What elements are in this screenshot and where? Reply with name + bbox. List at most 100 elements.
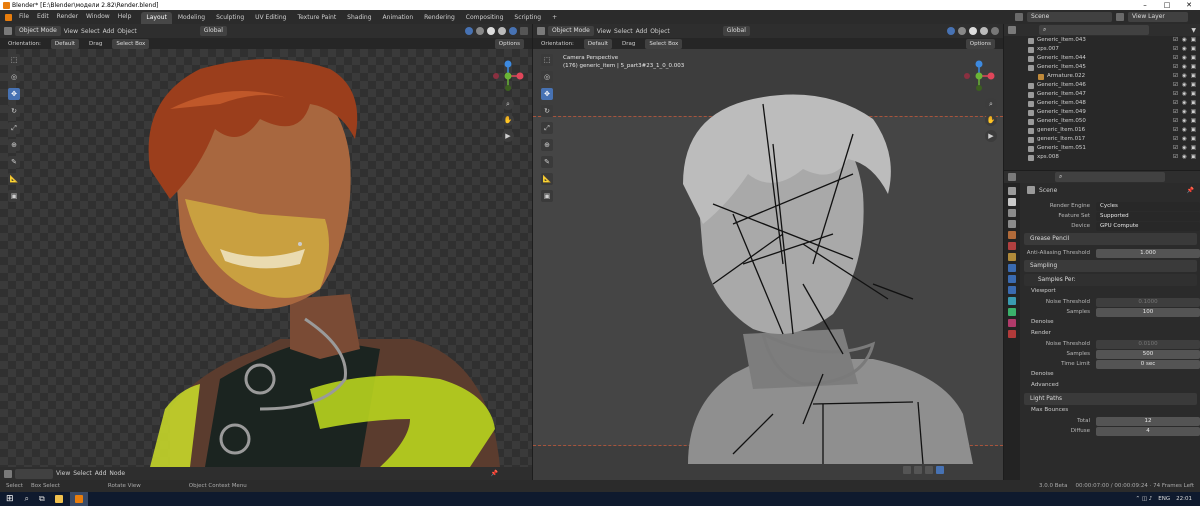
tool-tab-icon[interactable]: [1008, 187, 1016, 195]
scene-selector[interactable]: Scene: [1027, 12, 1112, 22]
checkbox-icon[interactable]: ☑: [1173, 144, 1178, 153]
eye-icon[interactable]: ◉: [1182, 135, 1187, 144]
pin-icon[interactable]: 📌: [491, 470, 498, 477]
data-tab-icon[interactable]: [1008, 308, 1016, 316]
node-menu-node[interactable]: Node: [109, 470, 125, 477]
checkbox-icon[interactable]: ☑: [1173, 108, 1178, 117]
outliner-search-input[interactable]: ⌕: [1039, 25, 1149, 35]
checkbox-icon[interactable]: ☑: [1173, 63, 1178, 72]
cursor-tool-icon[interactable]: ◎: [541, 71, 553, 83]
menu-window[interactable]: Window: [82, 10, 114, 24]
outliner-item[interactable]: Generic_Item.047 ☑ ◉ ▣: [1004, 90, 1200, 99]
tab-animation[interactable]: Animation: [378, 12, 419, 24]
checkbox-icon[interactable]: ☑: [1173, 90, 1178, 99]
world-tab-icon[interactable]: [1008, 242, 1016, 250]
menu-render[interactable]: Render: [53, 10, 82, 24]
zoom-icon[interactable]: ⌕: [985, 98, 997, 110]
menu-select[interactable]: Select: [614, 28, 633, 35]
keyframe-icon[interactable]: [936, 466, 944, 474]
menu-help[interactable]: Help: [114, 10, 136, 24]
select-tool-icon[interactable]: ⬚: [8, 54, 20, 66]
modifier-tab-icon[interactable]: [1008, 264, 1016, 272]
viewport-subpanel[interactable]: Viewport: [1021, 286, 1200, 297]
eye-icon[interactable]: ◉: [1182, 72, 1187, 81]
r-denoise-subpanel[interactable]: Denoise: [1021, 369, 1200, 380]
vp-samples-field[interactable]: 100: [1096, 307, 1200, 317]
camera-icon[interactable]: ▣: [1191, 144, 1196, 153]
zoom-icon[interactable]: ⌕: [502, 98, 514, 110]
sampling-panel[interactable]: Sampling: [1024, 260, 1197, 272]
pause-icon[interactable]: [520, 27, 528, 35]
feature-set-dropdown[interactable]: Supported: [1096, 211, 1200, 221]
camera-icon[interactable]: ▣: [1191, 153, 1196, 162]
camera-icon[interactable]: ▣: [1191, 99, 1196, 108]
jump-end-icon[interactable]: [925, 466, 933, 474]
render-subpanel[interactable]: Render: [1021, 328, 1200, 339]
light-paths-panel[interactable]: Light Paths: [1024, 393, 1197, 405]
transform-orientation[interactable]: Global: [199, 26, 227, 36]
right-viewport[interactable]: Object Mode View Select Add Object Globa…: [533, 24, 1003, 480]
jump-start-icon[interactable]: [903, 466, 911, 474]
checkbox-icon[interactable]: ☑: [1173, 135, 1178, 144]
close-button[interactable]: ✕: [1178, 0, 1200, 10]
menu-file[interactable]: File: [15, 10, 33, 24]
checkbox-icon[interactable]: ☑: [1173, 81, 1178, 90]
outliner-item[interactable]: xps.008 ☑ ◉ ▣: [1004, 153, 1200, 162]
add-workspace-button[interactable]: +: [547, 12, 562, 24]
tray-icons[interactable]: ⌃ ◫ ♪: [1135, 496, 1152, 502]
outliner-item[interactable]: Generic_Item.051 ☑ ◉ ▣: [1004, 144, 1200, 153]
menu-add[interactable]: Add: [636, 28, 648, 35]
eye-icon[interactable]: ◉: [1182, 81, 1187, 90]
annotate-tool-icon[interactable]: ✎: [541, 156, 553, 168]
menu-select[interactable]: Select: [81, 28, 100, 35]
solid-shading-icon[interactable]: [487, 27, 495, 35]
tab-rendering[interactable]: Rendering: [419, 12, 460, 24]
checkbox-icon[interactable]: ☑: [1173, 99, 1178, 108]
outliner-item[interactable]: Generic_Item.048 ☑ ◉ ▣: [1004, 99, 1200, 108]
menu-view[interactable]: View: [597, 28, 611, 35]
checkbox-icon[interactable]: ☑: [1173, 153, 1178, 162]
editor-type-icon[interactable]: [4, 27, 12, 35]
outliner-item[interactable]: Generic_Item.044 ☑ ◉ ▣: [1004, 54, 1200, 63]
outliner-item[interactable]: xps.007 ☑ ◉ ▣: [1004, 45, 1200, 54]
vp-noise-threshold-field[interactable]: 0.1000: [1096, 297, 1200, 307]
time-limit-field[interactable]: 0 sec: [1096, 359, 1200, 369]
particles-tab-icon[interactable]: [1008, 275, 1016, 283]
outliner-item[interactable]: Generic_Item.046 ☑ ◉ ▣: [1004, 81, 1200, 90]
eye-icon[interactable]: ◉: [1182, 36, 1187, 45]
add-cube-tool-icon[interactable]: ▣: [541, 190, 553, 202]
checkbox-icon[interactable]: ☑: [1173, 117, 1178, 126]
editor-type-icon[interactable]: [537, 27, 545, 35]
tab-compositing[interactable]: Compositing: [461, 12, 509, 24]
aa-threshold-field[interactable]: 1.000: [1096, 248, 1200, 258]
camera-icon[interactable]: ▣: [1191, 54, 1196, 63]
camera-icon[interactable]: ▣: [1191, 81, 1196, 90]
node-editor-icon[interactable]: [4, 469, 12, 478]
camera-icon[interactable]: ▣: [1191, 108, 1196, 117]
pan-hand-icon[interactable]: ✋: [985, 114, 997, 126]
tab-modeling[interactable]: Modeling: [173, 12, 210, 24]
eye-icon[interactable]: ◉: [1182, 99, 1187, 108]
measure-tool-icon[interactable]: 📐: [541, 173, 553, 185]
node-menu-select[interactable]: Select: [73, 470, 92, 477]
menu-view[interactable]: View: [64, 28, 78, 35]
move-tool-icon[interactable]: ✥: [8, 88, 20, 100]
advanced-subpanel[interactable]: Advanced: [1021, 380, 1200, 391]
file-explorer-icon[interactable]: [54, 495, 63, 503]
language-indicator[interactable]: ENG: [1158, 496, 1170, 502]
node-menu-add[interactable]: Add: [95, 470, 107, 477]
diffuse-bounces-field[interactable]: 4: [1096, 426, 1200, 436]
camera-icon[interactable]: ▣: [1191, 135, 1196, 144]
scale-tool-icon[interactable]: ⤢: [541, 122, 553, 134]
minimize-button[interactable]: –: [1134, 0, 1156, 10]
filter-icon[interactable]: ▼: [1191, 27, 1196, 34]
checkbox-icon[interactable]: ☑: [1173, 45, 1178, 54]
sampling-presets[interactable]: Samples Per:: [1024, 274, 1197, 286]
tab-scripting[interactable]: Scripting: [509, 12, 546, 24]
view-layer-tab-icon[interactable]: [1008, 220, 1016, 228]
node-menu-view[interactable]: View: [56, 470, 70, 477]
eye-icon[interactable]: ◉: [1182, 108, 1187, 117]
maximize-button[interactable]: □: [1156, 0, 1178, 10]
menu-add[interactable]: Add: [103, 28, 115, 35]
pan-hand-icon[interactable]: ✋: [502, 114, 514, 126]
